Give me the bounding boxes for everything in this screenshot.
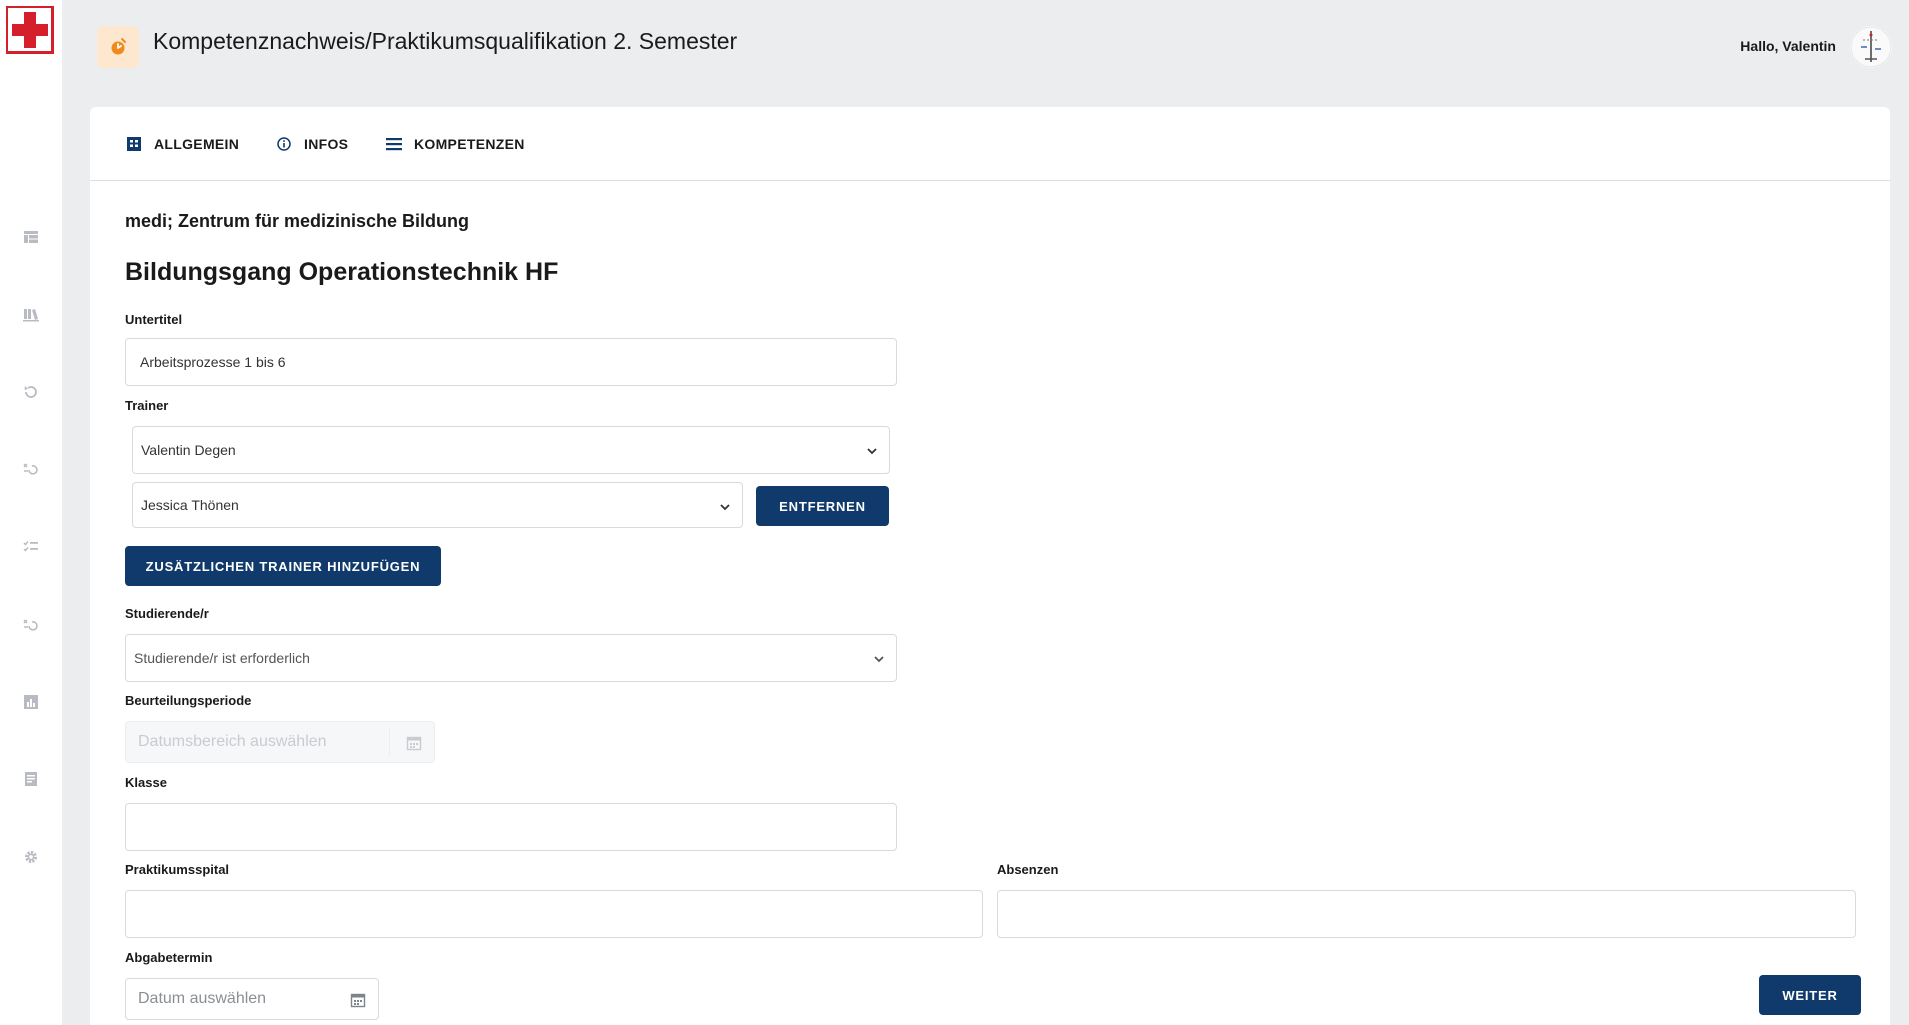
page-title: Kompetenznachweis/Praktikumsqualifikatio… (153, 28, 738, 54)
info-icon (276, 136, 292, 152)
user-greeting: Hallo, Valentin (1740, 38, 1836, 54)
remove-trainer-button[interactable]: ENTFERNEN (756, 486, 889, 526)
period-date-range-picker: Datumsbereich auswählen (125, 721, 435, 763)
due-date-placeholder: Datum auswählen (138, 990, 267, 1007)
tab-kompetenzen[interactable]: KOMPETENZEN (386, 134, 525, 154)
student-label: Studierende/r (125, 606, 209, 621)
gear-icon[interactable] (23, 849, 39, 865)
checklist-icon[interactable] (23, 539, 39, 555)
calendar-icon (406, 735, 422, 751)
subtitle-input[interactable] (125, 338, 897, 386)
next-button[interactable]: WEITER (1759, 975, 1861, 1015)
brand-logo[interactable] (6, 6, 54, 54)
table-icon[interactable] (23, 229, 39, 245)
add-trainer-button[interactable]: ZUSÄTZLICHEN TRAINER HINZUFÜGEN (125, 546, 441, 586)
list-icon (386, 136, 402, 152)
trainer-label: Trainer (125, 398, 169, 413)
trainer-select-1[interactable]: Valentin Degen (132, 426, 890, 474)
chevron-down-icon (718, 500, 732, 514)
chevron-down-icon (872, 652, 886, 666)
period-label: Beurteilungsperiode (125, 693, 252, 708)
chevron-down-icon (865, 444, 879, 458)
period-placeholder: Datumsbereich auswählen (138, 733, 327, 750)
due-date-label: Abgabetermin (125, 950, 213, 965)
library-icon[interactable] (23, 306, 39, 322)
hospital-input[interactable] (125, 890, 983, 938)
form-card: ALLGEMEIN INFOS KOMPETENZEN medi; Zentru… (90, 107, 1890, 1025)
organization-name: medi; Zentrum für medizinische Bildung (125, 211, 470, 231)
tab-label: KOMPETENZEN (414, 136, 525, 152)
app-badge (97, 26, 139, 68)
student-select[interactable]: Studierende/r ist erforderlich (125, 634, 897, 682)
class-input[interactable] (125, 803, 897, 851)
bar-chart-icon[interactable] (23, 694, 39, 710)
subtitle-label: Untertitel (125, 312, 183, 327)
grid-icon (126, 136, 142, 152)
sidebar (0, 0, 62, 1025)
due-date-picker[interactable]: Datum auswählen (125, 978, 379, 1020)
student-select-placeholder: Studierende/r ist erforderlich (134, 650, 310, 666)
timer-icon (111, 38, 126, 55)
redo-list-icon[interactable] (23, 617, 39, 633)
tab-allgemein[interactable]: ALLGEMEIN (126, 134, 239, 154)
program-title: Bildungsgang Operationstechnik HF (125, 258, 559, 286)
document-icon[interactable] (23, 771, 39, 787)
avatar[interactable] (1850, 26, 1892, 68)
calendar-icon (350, 992, 366, 1008)
trainer-select-2[interactable]: Jessica Thönen (132, 482, 743, 528)
tab-bar: ALLGEMEIN INFOS KOMPETENZEN (90, 107, 1890, 181)
absences-label: Absenzen (997, 862, 1059, 877)
class-label: Klasse (125, 775, 167, 790)
undo-list-icon[interactable] (23, 461, 39, 477)
tab-infos[interactable]: INFOS (276, 134, 348, 154)
tab-label: ALLGEMEIN (154, 136, 240, 152)
trainer-select-value: Jessica Thönen (141, 497, 239, 513)
tab-label: INFOS (304, 136, 349, 152)
hospital-label: Praktikumsspital (125, 862, 230, 877)
history-icon[interactable] (23, 384, 39, 400)
trainer-select-value: Valentin Degen (141, 442, 236, 458)
absences-input[interactable] (997, 890, 1856, 938)
